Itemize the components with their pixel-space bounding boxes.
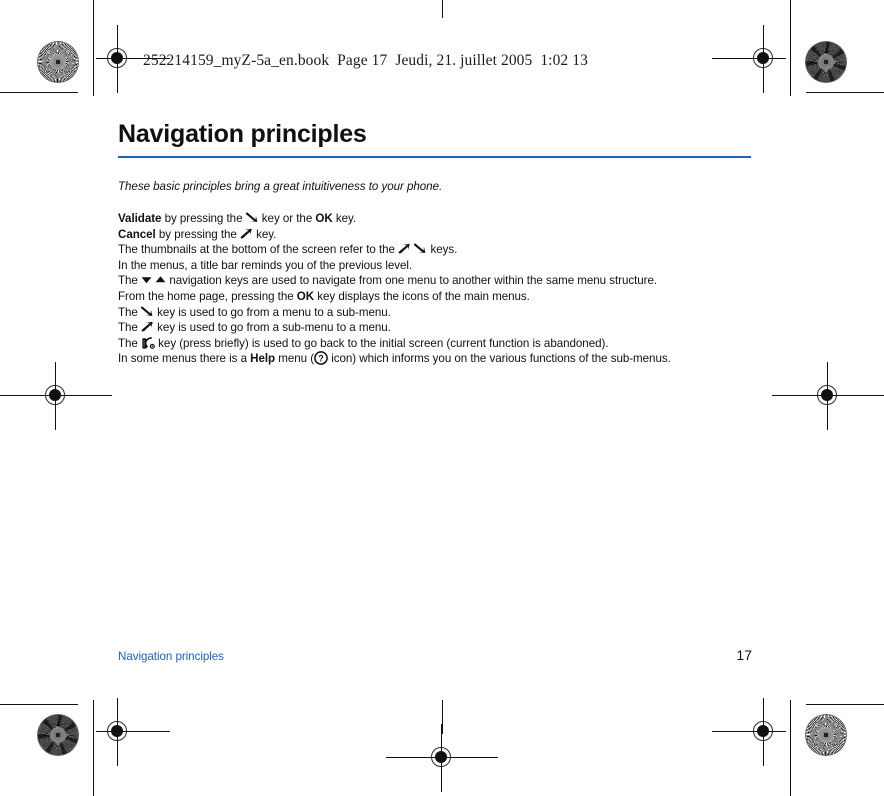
instruction-line-hangup-key: The key (press briefly) is used to go ba… bbox=[118, 336, 609, 350]
registration-center-dot bbox=[757, 52, 769, 64]
registration-mark-right-middle bbox=[772, 362, 884, 430]
arrow-up-right-key-icon bbox=[240, 228, 253, 239]
instruction-line-help-menu: In some menus there is a Help menu (? ic… bbox=[118, 351, 671, 366]
arrow-down-right-key-icon bbox=[245, 212, 259, 223]
emphasis-text: OK bbox=[296, 289, 315, 303]
registration-mark-top-left bbox=[96, 25, 170, 93]
instruction-line-thumbnails: The thumbnails at the bottom of the scre… bbox=[118, 243, 458, 257]
registration-mark-top-right bbox=[712, 25, 786, 93]
rosette-mark-bottom-right bbox=[805, 714, 847, 756]
footer-page-number: 17 bbox=[736, 647, 752, 663]
title-underline-rule bbox=[118, 156, 751, 158]
instruction-line-title-bar: In the menus, a title bar reminds you of… bbox=[118, 258, 413, 272]
trim-line-right-top bbox=[790, 0, 791, 96]
footer-chapter-label: Navigation principles bbox=[118, 650, 224, 663]
registration-mark-bottom-left bbox=[96, 698, 170, 766]
registration-center-dot bbox=[821, 389, 833, 401]
instruction-line-home-page: From the home page, pressing the OK key … bbox=[118, 289, 530, 303]
trim-line-top-right bbox=[806, 92, 884, 93]
trim-line-left-bottom bbox=[93, 700, 94, 796]
trim-line-center-bottom bbox=[442, 700, 443, 734]
rosette-rim bbox=[805, 714, 847, 756]
triangle-down-icon bbox=[141, 274, 152, 285]
rosette-mark-top-right bbox=[805, 41, 847, 83]
instruction-line-cancel: Cancel by pressing the key. bbox=[118, 227, 277, 241]
registration-center-dot bbox=[435, 751, 447, 763]
page-content: Navigation principles These basic princi… bbox=[118, 120, 752, 367]
instruction-line-submenu-to-menu: The key is used to go from a sub-menu to… bbox=[118, 321, 391, 335]
registration-crosshair-horizontal bbox=[712, 58, 786, 59]
registration-center-dot bbox=[111, 52, 123, 64]
trim-line-bottom-right bbox=[806, 704, 884, 705]
trim-line-left-top bbox=[93, 0, 94, 96]
emphasis-text: Cancel bbox=[118, 227, 156, 241]
registration-mark-bottom-center bbox=[386, 724, 498, 792]
rosette-mark-bottom-left bbox=[37, 714, 79, 756]
rosette-rim bbox=[805, 41, 847, 83]
emphasis-text: Validate bbox=[118, 212, 162, 225]
registration-center-dot bbox=[111, 725, 123, 737]
rosette-mark-top-left bbox=[37, 41, 79, 83]
arrow-up-right-key-icon bbox=[141, 321, 154, 332]
arrow-down-right-key-icon bbox=[141, 306, 154, 317]
trim-line-right-bottom bbox=[790, 700, 791, 796]
emphasis-text: OK bbox=[315, 212, 333, 225]
trim-line-center-top bbox=[442, 0, 443, 18]
page-footer: Navigation principles 17 bbox=[118, 647, 752, 663]
registration-center-dot bbox=[49, 389, 61, 401]
registration-mark-bottom-right bbox=[712, 698, 786, 766]
arrow-down-right-key-icon bbox=[414, 243, 427, 254]
registration-crosshair-horizontal bbox=[712, 731, 786, 732]
instruction-line-navigation-keys: The navigation keys are used to navigate… bbox=[118, 274, 658, 288]
trim-line-top-left bbox=[0, 92, 78, 93]
book-file-header: 252214159_myZ-5a_en.book Page 17 Jeudi, … bbox=[143, 52, 588, 69]
rosette-rim bbox=[37, 714, 79, 756]
triangle-up-icon bbox=[155, 274, 166, 285]
help-question-icon: ? bbox=[314, 351, 328, 366]
hangup-phone-key-icon bbox=[141, 337, 155, 349]
registration-mark-left-middle bbox=[0, 362, 112, 430]
svg-text:?: ? bbox=[318, 354, 323, 364]
instruction-line-validate: Validate by pressing the key or the OK k… bbox=[118, 212, 357, 225]
rosette-rim bbox=[37, 41, 79, 83]
registration-center-dot bbox=[757, 725, 769, 737]
page-title: Navigation principles bbox=[118, 120, 367, 148]
instructions-block: Validate by pressing the key or the OK k… bbox=[118, 211, 752, 367]
emphasis-text: Help bbox=[250, 352, 276, 366]
arrow-up-right-key-icon bbox=[398, 243, 411, 254]
instruction-line-menu-to-submenu: The key is used to go from a menu to a s… bbox=[118, 305, 391, 319]
trim-line-bottom-left bbox=[0, 704, 78, 705]
registration-crosshair-horizontal bbox=[96, 731, 170, 732]
page-intro-text: These basic principles bring a great int… bbox=[118, 180, 443, 193]
